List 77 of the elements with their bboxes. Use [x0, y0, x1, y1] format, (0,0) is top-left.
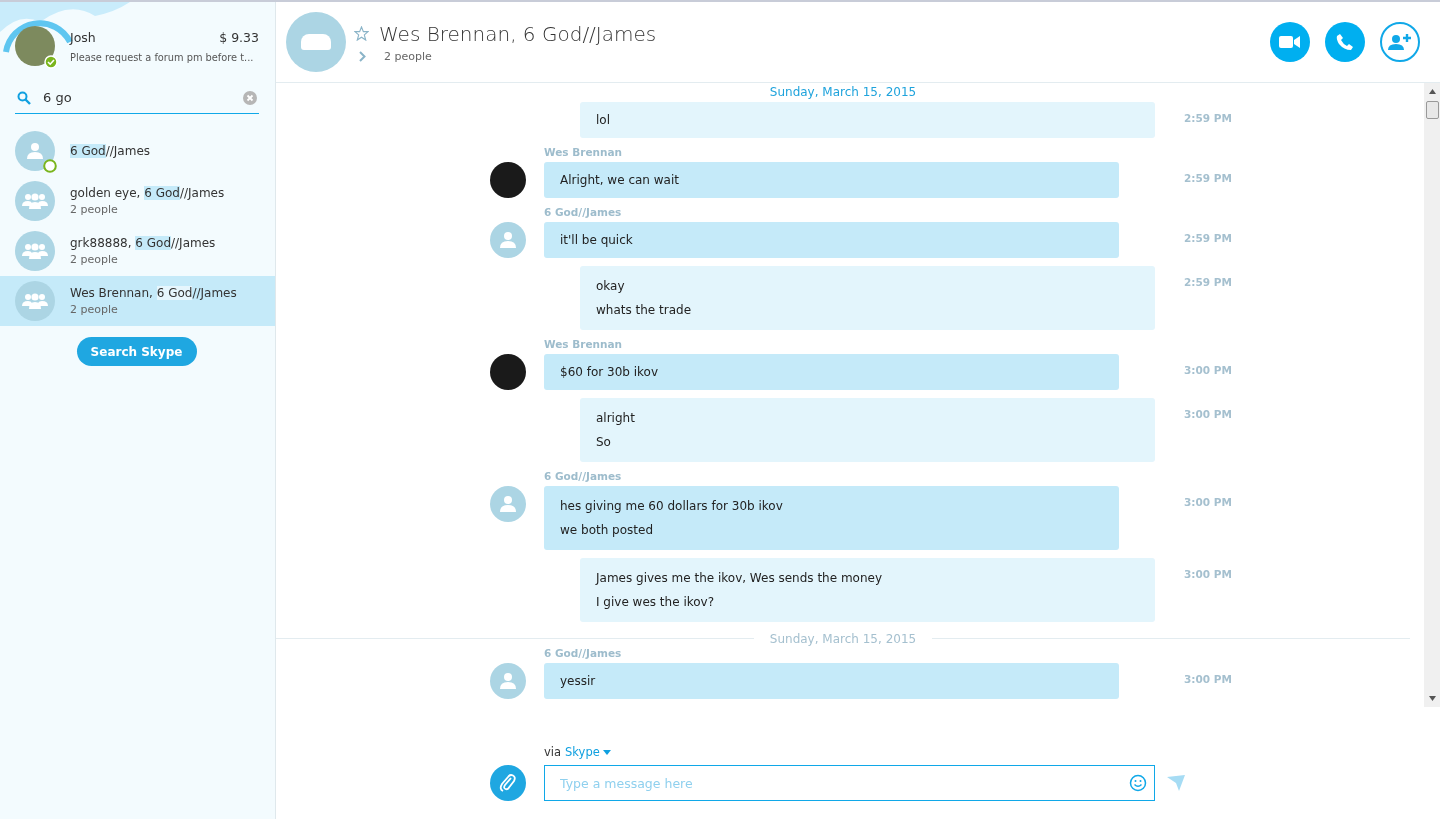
via-label: via	[544, 745, 562, 759]
message-input[interactable]: Type a message here	[544, 765, 1155, 801]
message-time: 3:00 PM	[1184, 568, 1232, 580]
message-text: it'll be quick	[560, 232, 634, 249]
clear-icon[interactable]	[243, 90, 257, 105]
sender-name: 6 God//James	[544, 647, 623, 659]
conversation-title: Wes Brennan, 6 God//James	[379, 21, 657, 46]
message-text: So	[596, 434, 612, 451]
mood-message[interactable]: Please request a forum pm before t...	[70, 52, 259, 63]
search-field[interactable]: 6 go	[41, 89, 233, 106]
message-time: 2:59 PM	[1184, 276, 1232, 288]
add-people-button[interactable]	[1380, 22, 1420, 62]
paperclip-icon	[499, 773, 517, 793]
call-button[interactable]	[1325, 22, 1365, 62]
message-time: 3:00 PM	[1184, 673, 1232, 685]
sender-name: 6 God//James	[544, 470, 623, 482]
chevron-icon[interactable]	[359, 50, 366, 62]
video-camera-icon	[1279, 35, 1301, 49]
contact-name: Wes Brennan, 6 God//James	[70, 286, 237, 300]
contact-item[interactable]: Wes Brennan, 6 God//James 2 people	[0, 276, 275, 326]
credit-balance: $ 9.33	[219, 30, 259, 45]
message-text: lol	[596, 112, 611, 129]
avatar-photo	[490, 354, 526, 390]
scroll-thumb[interactable]	[1425, 101, 1439, 119]
participant-count[interactable]: 2 people	[384, 49, 432, 63]
emoticon-icon[interactable]	[1129, 774, 1147, 792]
contact-item[interactable]: grk88888, 6 God//James 2 people	[0, 226, 275, 276]
send-icon[interactable]	[1167, 775, 1185, 791]
person-icon	[26, 142, 44, 160]
profile-photo[interactable]	[15, 26, 55, 66]
sender-name: 6 God//James	[544, 206, 623, 218]
message-time: 3:00 PM	[1184, 408, 1232, 420]
message-time: 2:59 PM	[1184, 232, 1232, 244]
scroll-down-icon[interactable]	[1428, 696, 1436, 701]
sender-name: Wes Brennan	[544, 146, 624, 158]
profile-name: Josh	[70, 30, 96, 45]
search-icon	[17, 90, 31, 105]
video-call-button[interactable]	[1270, 22, 1310, 62]
message-text: we both posted	[560, 522, 654, 539]
date-separator: Sunday, March 15, 2015	[753, 631, 933, 646]
contact-name: golden eye, 6 God//James	[70, 186, 225, 200]
message-text: James gives me the ikov, Wes sends the money	[596, 570, 884, 587]
group-icon	[22, 293, 48, 309]
contact-name: 6 God//James	[70, 144, 151, 158]
contact-item[interactable]: 6 God//James	[0, 126, 275, 176]
group-icon	[22, 193, 48, 209]
message-text: okay	[596, 278, 626, 295]
message-text: I give wes the ikov?	[596, 594, 716, 611]
message-text: hes giving me 60 dollars for 30b ikov	[560, 498, 784, 515]
message-text: alright	[596, 410, 636, 427]
group-icon	[22, 243, 48, 259]
message-text: yessir	[560, 673, 597, 690]
message-time: 3:00 PM	[1184, 496, 1232, 508]
person-icon	[499, 495, 517, 513]
person-icon	[499, 231, 517, 249]
contact-item[interactable]: golden eye, 6 God//James 2 people	[0, 176, 275, 226]
message-text: whats the trade	[596, 302, 693, 319]
member-count: 2 people	[70, 303, 119, 316]
message-time: 3:00 PM	[1184, 364, 1232, 376]
sender-name: Wes Brennan	[544, 338, 624, 350]
message-time: 2:59 PM	[1184, 172, 1232, 184]
member-count: 2 people	[70, 203, 119, 216]
attach-button[interactable]	[490, 765, 526, 801]
message-time: 2:59 PM	[1184, 112, 1232, 124]
add-person-icon	[1388, 33, 1412, 51]
group-avatar	[286, 12, 346, 72]
scrollbar[interactable]	[1424, 83, 1440, 707]
star-icon[interactable]	[354, 26, 369, 41]
message-text: Alright, we can wait	[560, 172, 680, 189]
caret-icon	[602, 749, 611, 755]
message-text: $60 for 30b ikov	[560, 364, 660, 381]
avatar-photo	[490, 162, 526, 198]
scroll-up-icon[interactable]	[1428, 89, 1436, 94]
contact-name: grk88888, 6 God//James	[70, 236, 216, 250]
member-count: 2 people	[70, 253, 119, 266]
person-icon	[499, 672, 517, 690]
phone-icon	[1336, 33, 1354, 51]
